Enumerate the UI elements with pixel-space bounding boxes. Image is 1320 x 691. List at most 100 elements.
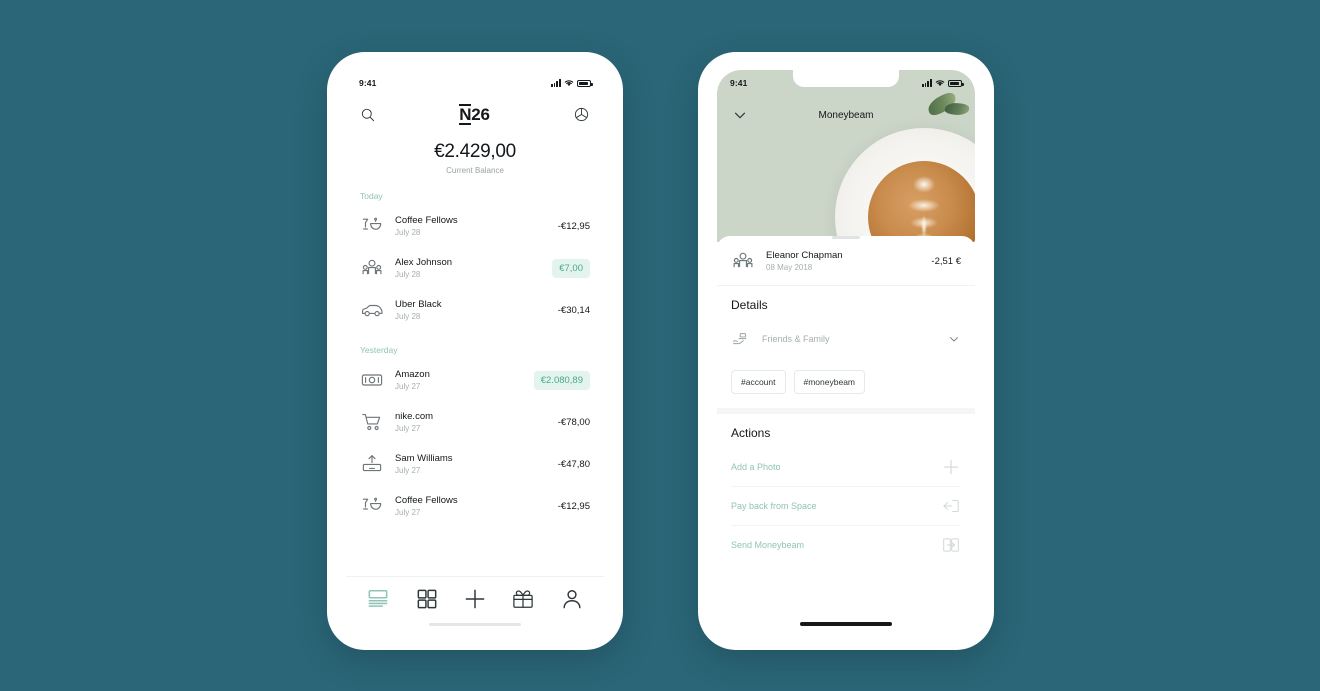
n26-logo: N26 (459, 104, 490, 125)
transaction-row[interactable]: Uber Black July 28 -€30,14 (360, 289, 590, 331)
transaction-amount: -€12,95 (557, 500, 590, 512)
transaction-amount: -€12,95 (557, 220, 590, 232)
status-indicators (550, 79, 593, 87)
tab-grid[interactable] (414, 586, 440, 612)
counterparty-name: Eleanor Chapman (766, 250, 843, 261)
phone-transfer-icon[interactable] (941, 535, 961, 555)
action-row[interactable]: Pay back from Space (731, 486, 961, 525)
tag-chip[interactable]: #account (731, 370, 786, 394)
transaction-row[interactable]: Coffee Fellows July 28 -€12,95 (360, 205, 590, 247)
balance-amount: €2.429,00 (434, 141, 516, 162)
right-screen: 9:41 Moneybeam Eleanor Chapman 08 May 20… (717, 70, 975, 632)
merchant-name: Coffee Fellows (395, 494, 458, 506)
transaction-info: Coffee Fellows July 27 (395, 495, 547, 518)
latte-coffee-photo (835, 128, 975, 242)
transaction-date: July 27 (395, 424, 421, 434)
home-indicator-left (429, 622, 521, 626)
wifi-icon (564, 80, 574, 87)
transaction-row[interactable]: Sam Williams July 27 -€47,80 (360, 443, 590, 485)
transaction-amount: -2,51 € (931, 255, 961, 267)
transaction-amount: -€47,80 (557, 458, 590, 470)
transaction-row[interactable]: nike.com July 27 -€78,00 (360, 401, 590, 443)
tab-statement[interactable] (365, 586, 391, 612)
cart-icon (360, 410, 384, 434)
transaction-amount: €2.080,89 (533, 370, 590, 390)
battery-icon (948, 80, 964, 87)
transaction-amount: €7,00 (552, 258, 590, 278)
phone-right: 9:41 Moneybeam Eleanor Chapman 08 May 20… (698, 52, 994, 650)
transaction-info: nike.com July 27 (395, 411, 547, 434)
phone-left: 9:41 N26 €2.429,00 Current Balance Today… (327, 52, 623, 650)
transaction-info: Amazon July 27 (395, 369, 523, 392)
people-icon (360, 256, 384, 280)
merchant-name: Uber Black (395, 298, 442, 310)
action-label: Pay back from Space (731, 501, 817, 511)
transaction-date: July 28 (395, 270, 421, 280)
hero-title: Moneybeam (818, 109, 874, 121)
transaction-info: Alex Johnson July 28 (395, 257, 541, 280)
tag-chip[interactable]: #moneybeam (793, 370, 866, 394)
plus-icon[interactable] (941, 457, 961, 477)
home-indicator-right (800, 622, 892, 626)
signal-bars-icon (921, 79, 932, 87)
arrow-into-box-icon[interactable] (941, 496, 961, 516)
transaction-info: Uber Black July 28 (395, 299, 547, 322)
status-indicators (921, 79, 964, 87)
chevron-down-icon[interactable] (947, 332, 961, 346)
details-title: Details (731, 298, 768, 312)
logo-number: 26 (471, 105, 490, 124)
details-card: Details Friends & Family #account #money… (717, 285, 975, 408)
transaction-row[interactable]: Alex Johnson July 28 €7,00 (360, 247, 590, 289)
compass-wheel-icon[interactable] (573, 106, 590, 123)
transaction-amount: -€30,14 (557, 304, 590, 316)
notch-left (422, 70, 528, 87)
transaction-detail-body: Eleanor Chapman 08 May 2018 (766, 250, 920, 272)
transaction-date: July 28 (395, 312, 421, 322)
tab-plus[interactable] (462, 586, 488, 612)
coffee-icon (360, 214, 384, 238)
search-icon[interactable] (360, 107, 376, 123)
merchant-name: Sam Williams (395, 452, 453, 464)
category-row[interactable]: Friends & Family (731, 320, 961, 358)
action-label: Send Moneybeam (731, 540, 805, 550)
logo-letter-n: N (459, 104, 472, 125)
action-label: Add a Photo (731, 462, 781, 472)
transaction-group-label: Today (360, 191, 383, 201)
detail-sheet: Eleanor Chapman 08 May 2018 -2,51 € Deta… (717, 236, 975, 596)
action-row[interactable]: Add a Photo (731, 448, 961, 486)
left-screen: 9:41 N26 €2.429,00 Current Balance Today… (346, 70, 604, 632)
chevron-down-icon[interactable] (731, 106, 749, 124)
wifi-icon (935, 80, 945, 87)
status-time: 9:41 (730, 78, 748, 88)
upload-icon (360, 452, 384, 476)
transaction-date: July 28 (395, 228, 421, 238)
transaction-row[interactable]: Amazon July 27 €2.080,89 (360, 359, 590, 401)
action-row[interactable]: Send Moneybeam (731, 525, 961, 564)
screenshot-stage: 9:41 N26 €2.429,00 Current Balance Today… (0, 0, 1320, 691)
hero-nav-bar: Moneybeam (717, 96, 975, 124)
actions-card: Actions Add a Photo Pay back from Space Se… (717, 408, 975, 564)
banknote-icon (360, 368, 384, 392)
merchant-name: Coffee Fellows (395, 214, 458, 226)
hand-coins-icon (731, 329, 751, 349)
action-list[interactable]: Add a Photo Pay back from Space Send Money… (731, 448, 961, 564)
transaction-list[interactable]: Today Coffee Fellows July 28 -€12,95 Alex Jo… (346, 191, 604, 527)
transaction-row[interactable]: Coffee Fellows July 27 -€12,95 (360, 485, 590, 527)
merchant-name: nike.com (395, 410, 434, 422)
balance-block: €2.429,00 Current Balance (346, 129, 604, 177)
transaction-info: Sam Williams July 27 (395, 453, 547, 476)
category-label: Friends & Family (762, 334, 830, 344)
car-icon (360, 298, 384, 322)
transaction-date: 08 May 2018 (766, 263, 813, 272)
tab-person[interactable] (559, 586, 585, 612)
transaction-info: Coffee Fellows July 28 (395, 215, 547, 238)
tag-list[interactable]: #account #moneybeam (731, 358, 961, 408)
actions-title: Actions (731, 426, 771, 440)
people-icon (731, 249, 755, 273)
tab-gift[interactable] (510, 586, 536, 612)
transaction-date: July 27 (395, 382, 421, 392)
transaction-amount: -€78,00 (557, 416, 590, 428)
app-header: N26 (346, 96, 604, 129)
signal-bars-icon (550, 79, 561, 87)
hero-header: 9:41 Moneybeam (717, 70, 975, 242)
